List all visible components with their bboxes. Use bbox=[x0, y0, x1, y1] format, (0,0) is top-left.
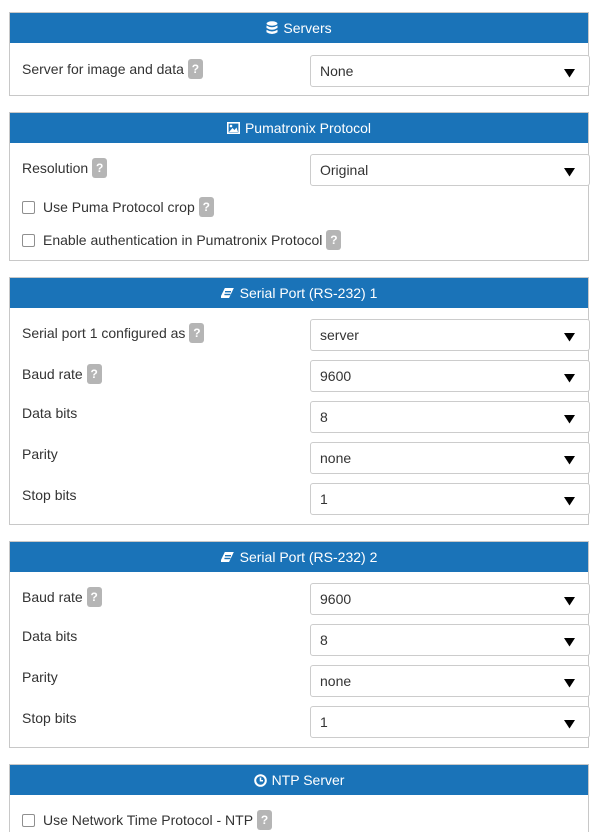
resolution-label: Resolution bbox=[22, 160, 89, 176]
servers-panel: Servers Server for image and data? None bbox=[9, 12, 590, 96]
serial2-baud-value: 9600 bbox=[320, 591, 352, 607]
serial1-databits-select[interactable]: 8 bbox=[310, 401, 590, 433]
servers-header: Servers bbox=[10, 13, 588, 43]
serial-port-2-panel: Serial Port (RS-232) 2 Baud rate? 9600 D… bbox=[9, 541, 590, 748]
serial2-databits-row: Data bits 8 bbox=[22, 624, 590, 656]
serial1-parity-row: Parity none bbox=[22, 442, 590, 474]
serial2-stopbits-select[interactable]: 1 bbox=[310, 706, 590, 738]
serial2-parity-select[interactable]: none bbox=[310, 665, 590, 697]
dropdown-arrow-icon bbox=[564, 634, 575, 650]
resolution-select-value: Original bbox=[320, 162, 369, 178]
serial2-stopbits-label: Stop bits bbox=[22, 710, 77, 726]
dropdown-arrow-icon bbox=[564, 65, 575, 81]
serial-port-1-panel: Serial Port (RS-232) 1 Serial port 1 con… bbox=[9, 277, 590, 525]
pumatronix-panel: Pumatronix Protocol Resolution? Original… bbox=[9, 112, 590, 261]
pumatronix-header: Pumatronix Protocol bbox=[10, 113, 588, 143]
pumatronix-auth-label: Enable authentication in Pumatronix Prot… bbox=[43, 232, 323, 248]
serial1-stopbits-value: 1 bbox=[320, 491, 328, 507]
help-icon[interactable]: ? bbox=[187, 59, 203, 79]
serial2-parity-label: Parity bbox=[22, 669, 58, 685]
pumatronix-title: Pumatronix Protocol bbox=[244, 120, 372, 136]
serial2-baud-label: Baud rate bbox=[22, 589, 83, 605]
help-icon[interactable]: ? bbox=[326, 230, 342, 250]
puma-crop-label: Use Puma Protocol crop bbox=[43, 199, 195, 215]
serial2-baud-select[interactable]: 9600 bbox=[310, 583, 590, 615]
dropdown-arrow-icon bbox=[564, 675, 575, 691]
serial2-parity-row: Parity none bbox=[22, 665, 590, 697]
serial2-stopbits-row: Stop bits 1 bbox=[22, 706, 590, 738]
serial2-stopbits-value: 1 bbox=[320, 714, 328, 730]
help-icon[interactable]: ? bbox=[257, 810, 273, 830]
pumatronix-auth-checkbox[interactable] bbox=[22, 233, 35, 247]
server-select[interactable]: None bbox=[310, 55, 590, 87]
serial2-databits-value: 8 bbox=[320, 632, 328, 648]
image-icon bbox=[226, 122, 240, 134]
use-ntp-label: Use Network Time Protocol - NTP bbox=[43, 812, 254, 828]
pumatronix-auth-row: Enable authentication in Pumatronix Prot… bbox=[22, 229, 342, 251]
ntp-header: NTP Server bbox=[10, 765, 588, 795]
dropdown-arrow-icon bbox=[564, 716, 575, 732]
serial1-parity-value: none bbox=[320, 450, 352, 466]
serial1-configured-label: Serial port 1 configured as bbox=[22, 325, 186, 341]
serial1-databits-label: Data bits bbox=[22, 405, 78, 421]
ntp-title: NTP Server bbox=[271, 772, 345, 788]
plug-icon bbox=[220, 287, 235, 299]
ntp-panel: NTP Server Use Network Time Protocol - N… bbox=[9, 764, 589, 832]
dropdown-arrow-icon bbox=[564, 452, 575, 468]
serial2-databits-label: Data bits bbox=[22, 628, 78, 644]
serial1-configured-value: server bbox=[320, 327, 359, 343]
use-ntp-row: Use Network Time Protocol - NTP ? bbox=[22, 809, 273, 831]
serial-port-2-title: Serial Port (RS-232) 2 bbox=[239, 549, 378, 565]
clock-icon bbox=[253, 773, 267, 787]
dropdown-arrow-icon bbox=[564, 593, 575, 609]
dropdown-arrow-icon bbox=[564, 493, 575, 509]
help-icon[interactable]: ? bbox=[86, 587, 102, 607]
server-select-value: None bbox=[320, 63, 354, 79]
serial1-baud-row: Baud rate? 9600 bbox=[22, 360, 590, 392]
serial1-databits-row: Data bits 8 bbox=[22, 401, 590, 433]
server-label: Server for image and data bbox=[22, 61, 184, 77]
help-icon[interactable]: ? bbox=[92, 158, 108, 178]
serial2-parity-value: none bbox=[320, 673, 352, 689]
serial-port-1-title: Serial Port (RS-232) 1 bbox=[239, 285, 378, 301]
serial1-baud-select[interactable]: 9600 bbox=[310, 360, 590, 392]
server-row: Server for image and data? None bbox=[22, 55, 590, 87]
plug-icon bbox=[220, 551, 235, 563]
serial1-stopbits-select[interactable]: 1 bbox=[310, 483, 590, 515]
serial1-parity-label: Parity bbox=[22, 446, 58, 462]
serial-port-1-header: Serial Port (RS-232) 1 bbox=[10, 278, 588, 308]
help-icon[interactable]: ? bbox=[189, 323, 205, 343]
puma-crop-checkbox[interactable] bbox=[22, 200, 35, 214]
serial1-baud-value: 9600 bbox=[320, 368, 352, 384]
puma-crop-row: Use Puma Protocol crop ? bbox=[22, 196, 214, 218]
serial1-stopbits-row: Stop bits 1 bbox=[22, 483, 590, 515]
serial1-parity-select[interactable]: none bbox=[310, 442, 590, 474]
serial1-stopbits-label: Stop bits bbox=[22, 487, 77, 503]
serial1-databits-value: 8 bbox=[320, 409, 328, 425]
serial2-databits-select[interactable]: 8 bbox=[310, 624, 590, 656]
help-icon[interactable]: ? bbox=[86, 364, 102, 384]
serial-port-2-header: Serial Port (RS-232) 2 bbox=[10, 542, 588, 572]
serial1-configured-row: Serial port 1 configured as? server bbox=[22, 319, 590, 351]
serial1-baud-label: Baud rate bbox=[22, 366, 83, 382]
servers-title: Servers bbox=[283, 20, 332, 36]
resolution-select[interactable]: Original bbox=[310, 154, 590, 186]
dropdown-arrow-icon bbox=[564, 411, 575, 427]
serial1-configured-select[interactable]: server bbox=[310, 319, 590, 351]
resolution-row: Resolution? Original bbox=[22, 154, 590, 186]
serial2-baud-row: Baud rate? 9600 bbox=[22, 583, 590, 615]
dropdown-arrow-icon bbox=[564, 370, 575, 386]
database-icon bbox=[266, 21, 278, 35]
dropdown-arrow-icon bbox=[564, 164, 575, 180]
help-icon[interactable]: ? bbox=[198, 197, 214, 217]
dropdown-arrow-icon bbox=[564, 329, 575, 345]
use-ntp-checkbox[interactable] bbox=[22, 813, 35, 827]
